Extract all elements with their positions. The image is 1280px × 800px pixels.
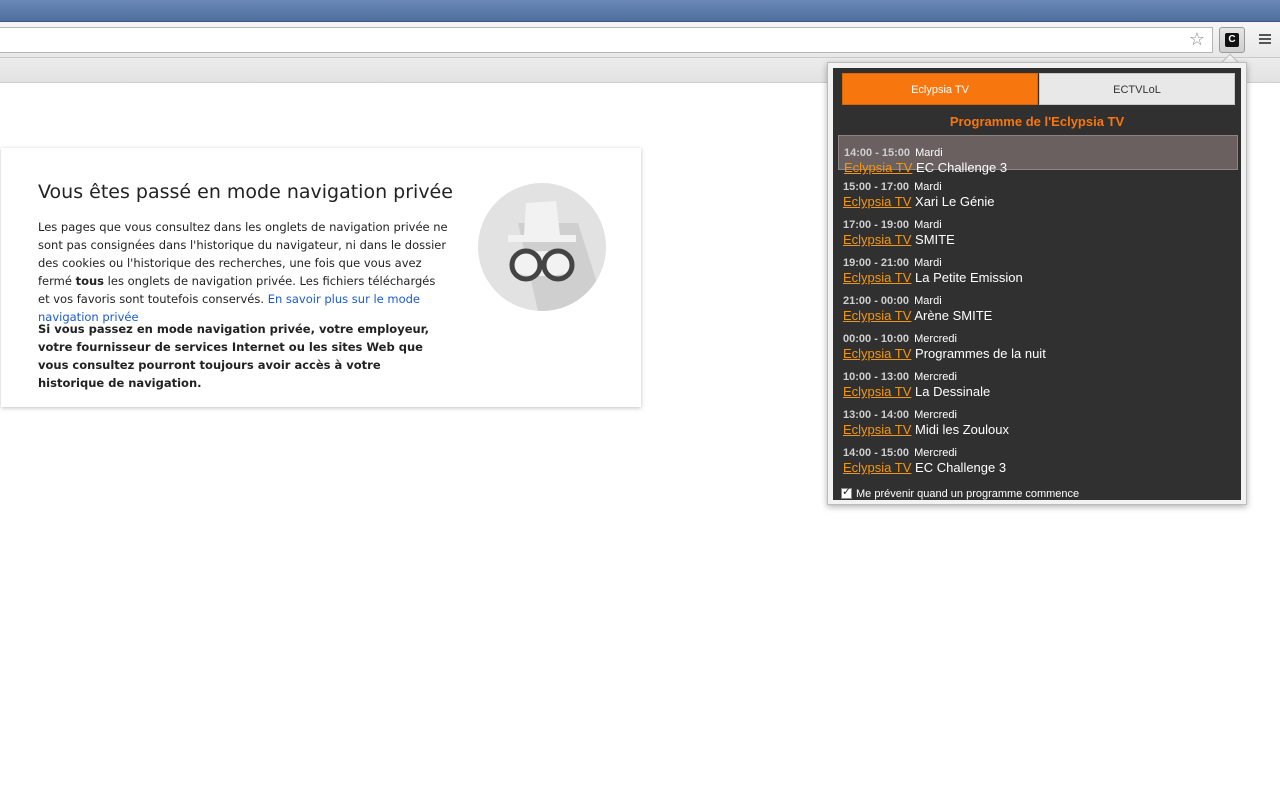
programme-name: Arène SMITE	[914, 308, 993, 323]
programme-name: Programmes de la nuit	[915, 346, 1046, 361]
tab-ectvlol[interactable]: ECTVLoL	[1039, 73, 1235, 105]
list-item: 17:00 - 19:00 Mardi Eclypsia TV SMITE	[838, 211, 1238, 249]
list-item: 13:00 - 14:00 Mercredi Eclypsia TV Midi …	[838, 401, 1238, 439]
list-item: 00:00 - 10:00 Mercredi Eclypsia TV Progr…	[838, 325, 1238, 363]
programme-name: La Dessinale	[915, 384, 991, 399]
programme-name: Xari Le Génie	[915, 194, 995, 209]
programme-name: EC Challenge 3	[915, 460, 1007, 475]
list-item: 15:00 - 17:00 Mardi Eclypsia TV Xari Le …	[838, 173, 1238, 211]
programme-name: La Petite Emission	[915, 270, 1023, 285]
programme-time: 14:00 - 15:00	[844, 147, 911, 159]
programme-name: Midi les Zouloux	[915, 422, 1009, 437]
programme-name: SMITE	[915, 232, 955, 247]
programme-time: 14:00 - 15:00	[843, 447, 910, 459]
programme-name: EC Challenge 3	[916, 160, 1008, 175]
eclypsia-popup: Eclypsia TV ECTVLoL Programme de l'Eclyp…	[827, 62, 1247, 505]
notify-label: Me prévenir quand un programme commence	[856, 488, 1080, 500]
channel-link[interactable]: Eclypsia TV	[843, 460, 911, 475]
channel-link[interactable]: Eclypsia TV	[843, 270, 911, 285]
incognito-info-card: Vous êtes passé en mode navigation privé…	[1, 148, 641, 407]
programme-list: 14:00 - 15:00 Mardi Eclypsia TV EC Chall…	[838, 135, 1238, 477]
star-outline-icon[interactable]: ☆	[1186, 29, 1208, 51]
notify-option: Me prévenir quand un programme commence	[841, 485, 1080, 501]
incognito-spy-icon	[478, 183, 606, 311]
programme-day: Mardi	[915, 147, 943, 159]
programme-day: Mercredi	[914, 409, 957, 421]
incognito-title: Vous êtes passé en mode navigation privé…	[38, 181, 453, 203]
programme-time: 15:00 - 17:00	[843, 181, 910, 193]
programme-day: Mardi	[914, 181, 942, 193]
incognito-description: Les pages que vous consultez dans les on…	[38, 218, 450, 326]
programme-day: Mardi	[914, 295, 942, 307]
eclypsia-extension-button[interactable]: C	[1219, 27, 1245, 53]
programme-time: 13:00 - 14:00	[843, 409, 910, 421]
programme-day: Mercredi	[914, 371, 957, 383]
notify-checkbox[interactable]	[841, 485, 852, 499]
list-item: 10:00 - 13:00 Mercredi Eclypsia TV La De…	[838, 363, 1238, 401]
channel-link[interactable]: Eclypsia TV	[843, 308, 911, 323]
channel-link[interactable]: Eclypsia TV	[843, 422, 911, 437]
channel-link[interactable]: Eclypsia TV	[844, 160, 912, 175]
address-bar[interactable]: ☆	[0, 27, 1213, 53]
list-item: 14:00 - 15:00 Mercredi Eclypsia TV EC Ch…	[838, 439, 1238, 477]
programme-time: 21:00 - 00:00	[843, 295, 910, 307]
channel-link[interactable]: Eclypsia TV	[843, 346, 911, 361]
incognito-description-bold: tous	[75, 274, 105, 288]
programme-day: Mardi	[914, 257, 942, 269]
list-item: 14:00 - 15:00 Mardi Eclypsia TV EC Chall…	[838, 135, 1238, 175]
list-item: 19:00 - 21:00 Mardi Eclypsia TV La Petit…	[838, 249, 1238, 287]
programme-heading: Programme de l'Eclypsia TV	[949, 114, 1125, 129]
programme-day: Mercredi	[914, 333, 957, 345]
channel-link[interactable]: Eclypsia TV	[843, 232, 911, 247]
programme-time: 19:00 - 21:00	[843, 257, 910, 269]
incognito-warning: Si vous passez en mode navigation privée…	[38, 322, 430, 390]
programme-day: Mardi	[914, 219, 942, 231]
popup-panel: Eclypsia TV ECTVLoL Programme de l'Eclyp…	[833, 68, 1241, 500]
eclypsia-extension-icon: C	[1225, 33, 1239, 47]
channel-link[interactable]: Eclypsia TV	[843, 194, 911, 209]
list-item: 21:00 - 00:00 Mardi Eclypsia TV Arène SM…	[838, 287, 1238, 325]
hamburger-menu-icon[interactable]	[1255, 32, 1275, 48]
window-titlebar	[0, 0, 1280, 22]
programme-time: 10:00 - 13:00	[843, 371, 910, 383]
programme-time: 17:00 - 19:00	[843, 219, 910, 231]
programme-time: 00:00 - 10:00	[843, 333, 910, 345]
browser-toolbar: ☆ C	[0, 22, 1280, 58]
tab-eclypsia-tv[interactable]: Eclypsia TV	[842, 73, 1038, 105]
channel-link[interactable]: Eclypsia TV	[843, 384, 911, 399]
programme-day: Mercredi	[914, 447, 957, 459]
